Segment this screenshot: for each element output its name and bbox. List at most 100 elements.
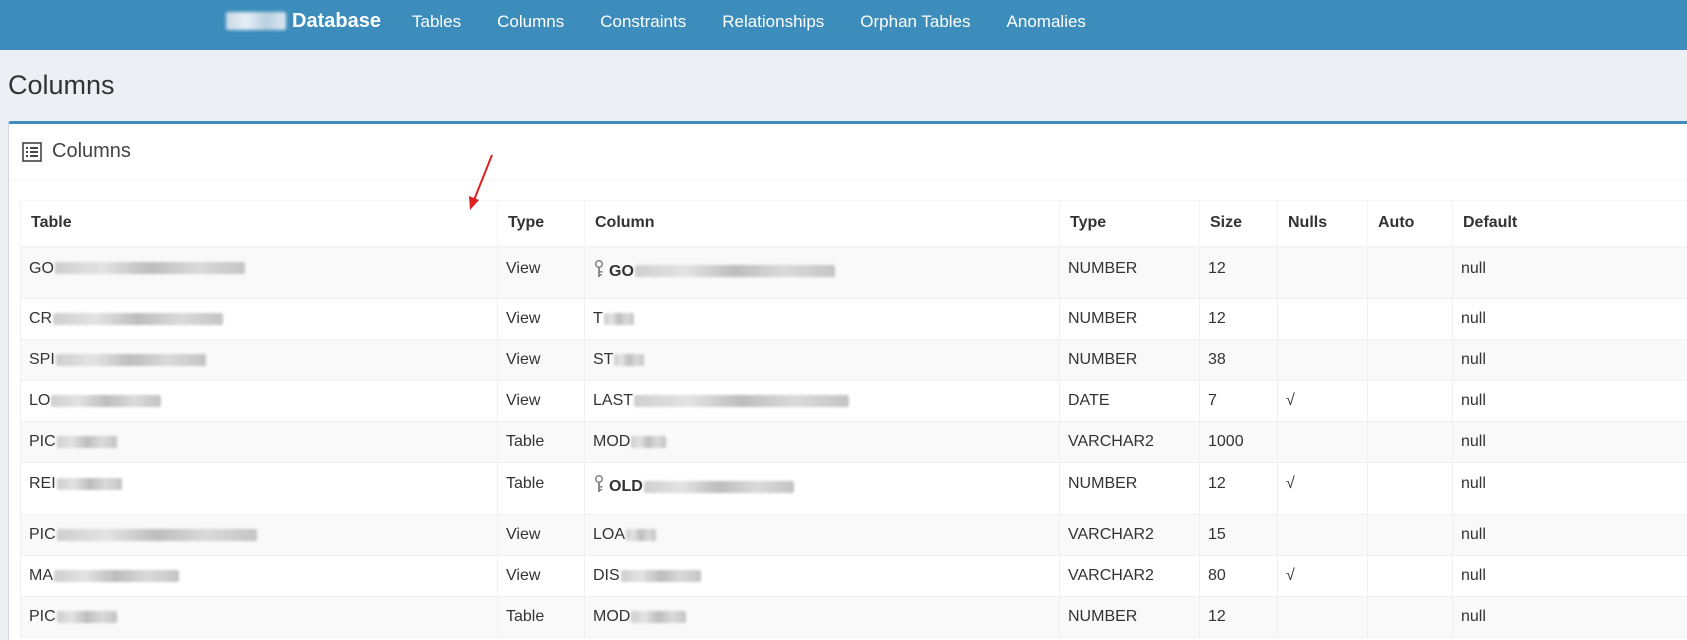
cell-default: null — [1452, 380, 1687, 422]
cell-data-type-text: NUMBER — [1068, 310, 1138, 327]
cell-nulls — [1277, 246, 1368, 299]
table-body: GO View GO NUMBER 12 null CR View T NUMBER 12 null S… — [20, 246, 1687, 638]
cell-table-type-text: View — [506, 259, 541, 277]
cell-nulls-text: √ — [1286, 567, 1295, 584]
cell-column-name-text: LAST — [593, 392, 634, 409]
cell-column-name[interactable]: LAST — [584, 380, 1060, 422]
table-row[interactable]: PIC View LOA VARCHAR2 15 null — [20, 514, 1687, 556]
nav-columns[interactable]: Columns — [479, 12, 582, 32]
cell-size: 15 — [1199, 514, 1278, 556]
top-navbar: Database Tables Columns Constraints Rela… — [0, 0, 1687, 50]
cell-default-text: null — [1461, 259, 1486, 277]
cell-size-text: 80 — [1208, 567, 1226, 584]
list-icon — [22, 141, 42, 162]
table-row[interactable]: REI Table OLD NUMBER 12 √ null — [20, 462, 1687, 515]
brand[interactable]: Database — [226, 8, 381, 34]
cell-table-type: View — [497, 514, 585, 556]
cell-column-name[interactable]: LOA — [584, 514, 1060, 556]
redacted-text — [55, 353, 206, 366]
table-row[interactable]: PIC Table MOD NUMBER 12 null — [20, 596, 1687, 638]
cell-column-name[interactable]: GO — [584, 246, 1060, 299]
cell-column-name-text: DIS — [593, 567, 620, 584]
header-default[interactable]: Default — [1452, 200, 1687, 248]
cell-table-type-text: View — [506, 392, 541, 409]
cell-data-type-text: VARCHAR2 — [1068, 567, 1154, 584]
cell-size-text: 15 — [1208, 526, 1226, 543]
cell-nulls — [1277, 298, 1368, 340]
brand-label: Database — [292, 9, 381, 32]
table-row[interactable]: SPI View ST NUMBER 38 null — [20, 339, 1687, 381]
cell-column-name-text: OLD — [609, 478, 643, 495]
cell-default: null — [1452, 462, 1687, 515]
cell-auto — [1367, 380, 1453, 422]
cell-column-name[interactable]: T — [584, 298, 1060, 340]
cell-default-text: null — [1461, 351, 1486, 368]
cell-table-name[interactable]: GO — [20, 246, 498, 299]
redacted-text — [614, 353, 645, 366]
cell-default-text: null — [1461, 433, 1486, 450]
cell-table-name[interactable]: LO — [20, 380, 498, 422]
cell-auto — [1367, 514, 1453, 556]
cell-column-name-text: MOD — [593, 433, 631, 450]
header-auto[interactable]: Auto — [1367, 200, 1453, 248]
cell-column-name[interactable]: ST — [584, 339, 1060, 381]
nav-tables[interactable]: Tables — [394, 12, 479, 32]
nav-constraints[interactable]: Constraints — [582, 12, 704, 32]
cell-table-type-text: View — [506, 526, 541, 543]
cell-table-name[interactable]: PIC — [20, 421, 498, 463]
table-row[interactable]: PIC Table MOD VARCHAR2 1000 null — [20, 421, 1687, 463]
table-row[interactable]: CR View T NUMBER 12 null — [20, 298, 1687, 340]
cell-table-name-text: REI — [29, 475, 56, 492]
cell-data-type-text: VARCHAR2 — [1068, 526, 1154, 543]
cell-data-type-text: NUMBER — [1068, 475, 1138, 492]
cell-data-type: VARCHAR2 — [1059, 514, 1200, 556]
cell-column-name[interactable]: OLD — [584, 462, 1060, 515]
cell-column-name-text: LOA — [593, 526, 626, 543]
cell-default-text: null — [1461, 526, 1486, 543]
header-nulls[interactable]: Nulls — [1277, 200, 1368, 248]
table-row[interactable]: GO View GO NUMBER 12 null — [20, 246, 1687, 299]
cell-table-type: Table — [497, 421, 585, 463]
key-icon — [594, 259, 604, 277]
cell-auto — [1367, 246, 1453, 299]
cell-table-name-text: LO — [29, 392, 51, 409]
cell-default-text: null — [1461, 392, 1486, 409]
cell-column-name-text: ST — [593, 351, 614, 368]
box-header: Columns — [9, 124, 1687, 180]
redacted-text — [643, 480, 794, 493]
cell-table-name[interactable]: REI — [20, 462, 498, 515]
table-row[interactable]: MA View DIS VARCHAR2 80 √ null — [20, 555, 1687, 597]
cell-table-name[interactable]: MA — [20, 555, 498, 597]
cell-nulls: √ — [1277, 380, 1368, 422]
cell-size-text: 38 — [1208, 351, 1226, 368]
header-column[interactable]: Column — [584, 200, 1060, 248]
cell-data-type-text: VARCHAR2 — [1068, 433, 1154, 450]
cell-column-name[interactable]: MOD — [584, 421, 1060, 463]
nav-anomalies[interactable]: Anomalies — [989, 12, 1104, 32]
cell-default: null — [1452, 596, 1687, 638]
header-table-type[interactable]: Type — [497, 200, 585, 248]
table-row[interactable]: LO View LAST DATE 7 √ null — [20, 380, 1687, 422]
cell-table-name[interactable]: CR — [20, 298, 498, 340]
cell-auto — [1367, 298, 1453, 340]
header-data-type[interactable]: Type — [1059, 200, 1200, 248]
header-size[interactable]: Size — [1199, 200, 1278, 248]
redacted-text — [631, 610, 687, 623]
cell-table-name[interactable]: SPI — [20, 339, 498, 381]
cell-table-type: Table — [497, 462, 585, 515]
cell-column-name[interactable]: DIS — [584, 555, 1060, 597]
key-icon — [594, 475, 604, 492]
cell-size-text: 1000 — [1208, 433, 1244, 450]
nav-orphan-tables[interactable]: Orphan Tables — [842, 12, 988, 32]
cell-size: 12 — [1199, 596, 1278, 638]
cell-table-name[interactable]: PIC — [20, 514, 498, 556]
cell-auto — [1367, 339, 1453, 381]
nav-relationships[interactable]: Relationships — [704, 12, 842, 32]
header-table[interactable]: Table — [20, 200, 498, 248]
cell-auto — [1367, 462, 1453, 515]
cell-data-type-text: NUMBER — [1068, 351, 1138, 368]
cell-column-name[interactable]: MOD — [584, 596, 1060, 638]
cell-data-type: NUMBER — [1059, 246, 1200, 299]
cell-table-name[interactable]: PIC — [20, 596, 498, 638]
cell-table-type: Table — [497, 596, 585, 638]
